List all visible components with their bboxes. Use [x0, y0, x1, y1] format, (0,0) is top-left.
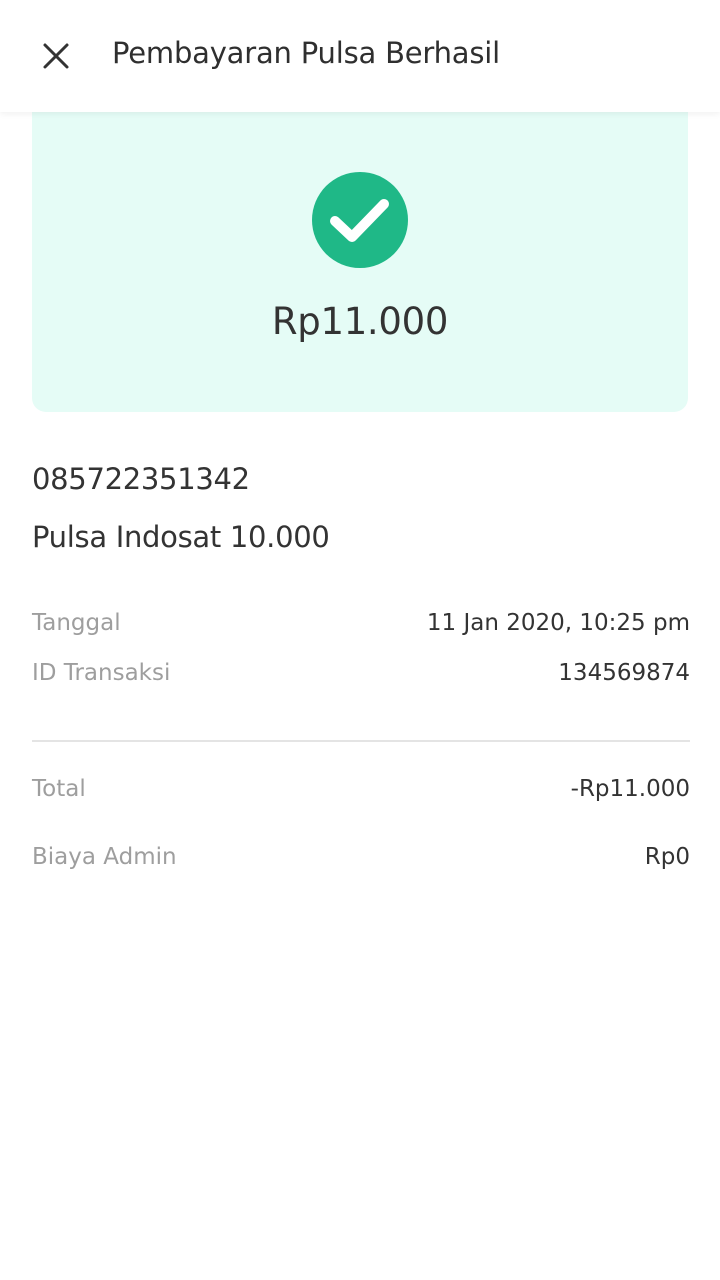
payment-success-screen: Pembayaran Pulsa Berhasil Rp11.000 08572…: [0, 0, 720, 1280]
success-card: Rp11.000: [32, 112, 688, 412]
product-name: Pulsa Indosat 10.000: [32, 520, 330, 554]
close-icon: [43, 43, 69, 69]
total-row: Total -Rp11.000: [32, 776, 690, 802]
transaction-id-label: ID Transaksi: [32, 660, 171, 686]
page-title: Pembayaran Pulsa Berhasil: [112, 36, 500, 70]
transaction-id-row: ID Transaksi 134569874: [32, 660, 690, 686]
transaction-id-value: 134569874: [558, 660, 690, 686]
check-circle-icon: [312, 172, 408, 268]
payment-amount: Rp11.000: [271, 300, 449, 343]
date-label: Tanggal: [32, 610, 121, 636]
admin-fee-label: Biaya Admin: [32, 844, 177, 870]
admin-fee-value: Rp0: [644, 844, 690, 870]
date-row: Tanggal 11 Jan 2020, 10:25 pm: [32, 610, 690, 636]
close-button[interactable]: [26, 26, 86, 86]
divider: [32, 740, 690, 742]
app-header: Pembayaran Pulsa Berhasil: [0, 0, 720, 112]
total-label: Total: [32, 776, 86, 802]
admin-fee-row: Biaya Admin Rp0: [32, 844, 690, 870]
phone-number: 085722351342: [32, 462, 250, 496]
total-value: -Rp11.000: [570, 776, 690, 802]
date-value: 11 Jan 2020, 10:25 pm: [426, 610, 690, 636]
